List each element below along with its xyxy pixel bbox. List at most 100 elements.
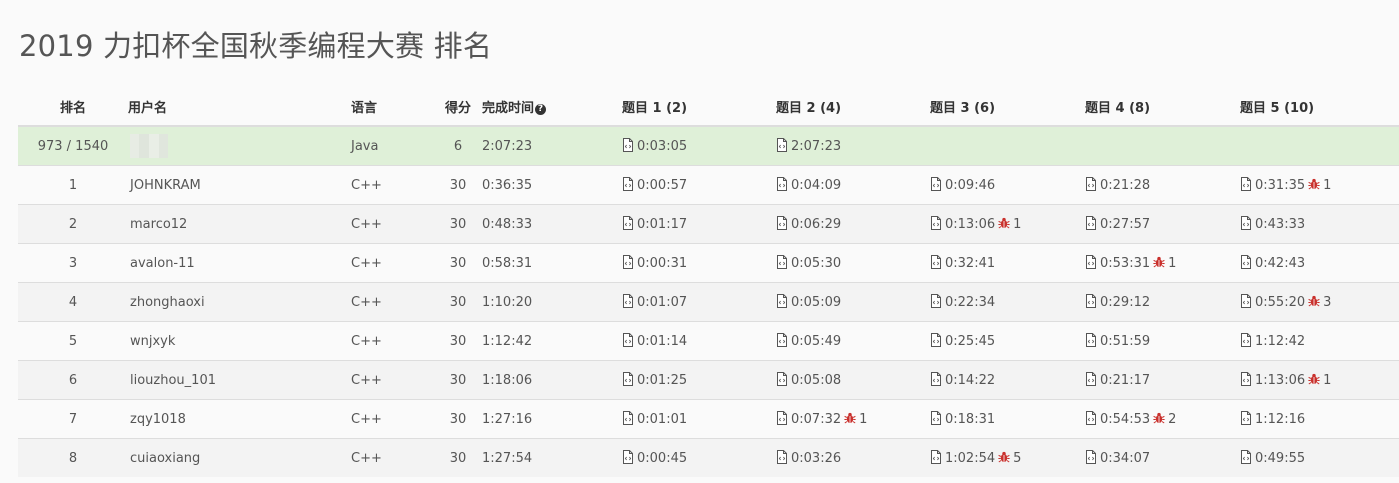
language-cell: C++ xyxy=(351,243,434,283)
code-file-icon[interactable] xyxy=(1240,216,1252,230)
question-2-cell: 0:04:09 xyxy=(776,165,930,205)
code-file-icon[interactable] xyxy=(1085,450,1097,464)
question-3-cell: 0:18:31 xyxy=(930,399,1085,439)
finish-time-cell: 1:10:20 xyxy=(482,282,622,322)
code-file-icon[interactable] xyxy=(930,177,942,191)
table-row: 7 zqy1018 C++ 30 1:27:16 0:01:01 0:07:32 1 0:18:… xyxy=(18,399,1399,439)
solve-time: 0:27:57 xyxy=(1100,217,1151,232)
code-file-icon[interactable] xyxy=(930,255,942,269)
username-cell[interactable]: cuiaoxiang xyxy=(128,438,351,477)
wrong-attempts-count: 1 xyxy=(859,412,868,427)
wrong-attempts-count: 1 xyxy=(1168,256,1177,271)
code-file-icon[interactable] xyxy=(1240,177,1252,191)
username-cell[interactable]: wnjxyk xyxy=(128,321,351,361)
code-file-icon[interactable] xyxy=(1240,294,1252,308)
language-cell: C++ xyxy=(351,204,434,244)
solve-time: 0:55:20 xyxy=(1255,295,1306,310)
header-score: 得分 xyxy=(434,88,482,127)
question-1-cell: 0:01:07 xyxy=(622,282,776,322)
code-file-icon[interactable] xyxy=(776,138,788,152)
question-5-cell: 0:31:35 1 xyxy=(1240,165,1399,205)
username-cell[interactable]: marco12 xyxy=(128,204,351,244)
bug-icon xyxy=(1308,295,1320,307)
username-cell[interactable]: avalon-11 xyxy=(128,243,351,283)
question-1-cell: 0:00:57 xyxy=(622,165,776,205)
code-file-icon[interactable] xyxy=(1240,333,1252,347)
code-file-icon[interactable] xyxy=(1240,411,1252,425)
header-finish-time-label: 完成时间 xyxy=(482,101,535,116)
code-file-icon[interactable] xyxy=(930,333,942,347)
table-row: 8 cuiaoxiang C++ 30 1:27:54 0:00:45 0:03:26 1:0… xyxy=(18,438,1399,477)
solve-time: 0:31:35 xyxy=(1255,178,1306,193)
question-5-cell: 0:42:43 xyxy=(1240,243,1399,283)
code-file-icon[interactable] xyxy=(1085,216,1097,230)
code-file-icon[interactable] xyxy=(930,411,942,425)
my-ranking-row: 973 / 1540 Java 6 2:07:23 0:03:05 2:07:23 xyxy=(18,125,1399,166)
question-4-cell: 0:27:57 xyxy=(1085,204,1240,244)
code-file-icon[interactable] xyxy=(776,411,788,425)
question-2-cell: 0:06:29 xyxy=(776,204,930,244)
username-cell[interactable]: zhonghaoxi xyxy=(128,282,351,322)
rank-cell: 6 xyxy=(18,360,128,400)
solve-time: 0:03:26 xyxy=(791,451,842,466)
code-file-icon[interactable] xyxy=(1240,450,1252,464)
code-file-icon[interactable] xyxy=(776,294,788,308)
question-4-cell: 0:29:12 xyxy=(1085,282,1240,322)
code-file-icon[interactable] xyxy=(930,216,942,230)
code-file-icon[interactable] xyxy=(776,255,788,269)
code-file-icon[interactable] xyxy=(1085,333,1097,347)
question-circle-icon[interactable]: ? xyxy=(535,104,547,115)
code-file-icon[interactable] xyxy=(622,255,634,269)
header-question-1: 题目 1 (2) xyxy=(622,88,776,127)
code-file-icon[interactable] xyxy=(622,294,634,308)
code-file-icon[interactable] xyxy=(622,372,634,386)
language-cell: C++ xyxy=(351,360,434,400)
code-file-icon[interactable] xyxy=(776,333,788,347)
code-file-icon[interactable] xyxy=(1240,372,1252,386)
username-cell[interactable]: JOHNKRAM xyxy=(128,165,351,205)
table-row: 1 JOHNKRAM C++ 30 0:36:35 0:00:57 0:04:09 0:09:… xyxy=(18,165,1399,205)
code-file-icon[interactable] xyxy=(776,177,788,191)
code-file-icon[interactable] xyxy=(930,294,942,308)
ranking-table: 排名 用户名 语言 得分 完成时间? 题目 1 (2) 题目 2 (4) 题目 … xyxy=(18,88,1399,477)
code-file-icon[interactable] xyxy=(1085,255,1097,269)
username-cell[interactable]: zqy1018 xyxy=(128,399,351,439)
question-1-cell: 0:01:25 xyxy=(622,360,776,400)
language-cell: C++ xyxy=(351,321,434,361)
solve-time: 0:01:01 xyxy=(637,412,688,427)
wrong-attempts-count: 2 xyxy=(1168,412,1177,427)
score-cell: 30 xyxy=(434,399,482,439)
code-file-icon[interactable] xyxy=(930,372,942,386)
code-file-icon[interactable] xyxy=(622,138,634,152)
question-3-cell xyxy=(930,125,1085,166)
solve-time: 0:18:31 xyxy=(945,412,996,427)
code-file-icon[interactable] xyxy=(622,333,634,347)
question-3-cell: 0:22:34 xyxy=(930,282,1085,322)
code-file-icon[interactable] xyxy=(622,177,634,191)
code-file-icon[interactable] xyxy=(622,411,634,425)
question-1-cell: 0:01:01 xyxy=(622,399,776,439)
score-cell: 30 xyxy=(434,243,482,283)
username-cell[interactable]: liouzhou_101 xyxy=(128,360,351,400)
finish-time-cell: 2:07:23 xyxy=(482,125,622,166)
code-file-icon[interactable] xyxy=(1085,294,1097,308)
finish-time-cell: 1:12:42 xyxy=(482,321,622,361)
masked-username xyxy=(130,134,168,158)
code-file-icon[interactable] xyxy=(930,450,942,464)
solve-time: 0:13:06 xyxy=(945,217,996,232)
code-file-icon[interactable] xyxy=(1240,255,1252,269)
solve-time: 0:00:45 xyxy=(637,451,688,466)
code-file-icon[interactable] xyxy=(776,450,788,464)
code-file-icon[interactable] xyxy=(1085,411,1097,425)
question-1-cell: 0:01:14 xyxy=(622,321,776,361)
code-file-icon[interactable] xyxy=(1085,177,1097,191)
code-file-icon[interactable] xyxy=(622,450,634,464)
solve-time: 0:21:28 xyxy=(1100,178,1151,193)
solve-time: 0:07:32 xyxy=(791,412,842,427)
solve-time: 0:32:41 xyxy=(945,256,996,271)
question-5-cell: 1:12:16 xyxy=(1240,399,1399,439)
code-file-icon[interactable] xyxy=(622,216,634,230)
code-file-icon[interactable] xyxy=(776,216,788,230)
code-file-icon[interactable] xyxy=(776,372,788,386)
code-file-icon[interactable] xyxy=(1085,372,1097,386)
